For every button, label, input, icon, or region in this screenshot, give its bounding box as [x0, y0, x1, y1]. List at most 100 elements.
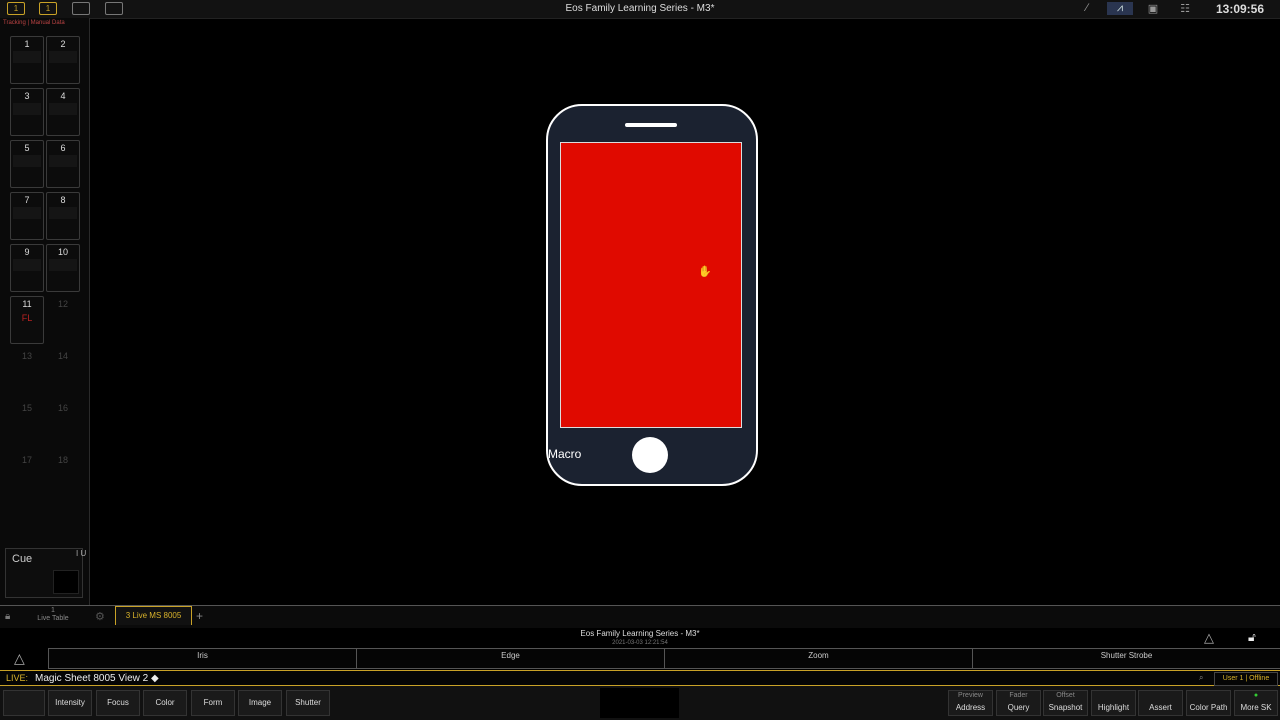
- display-button-4[interactable]: [105, 2, 123, 15]
- button-number: 18: [57, 455, 68, 465]
- softkey-shutter[interactable]: Shutter: [286, 690, 330, 716]
- button-number: 5: [24, 143, 30, 153]
- pen-icon[interactable]: ∕: [1080, 2, 1094, 15]
- phone-screen[interactable]: [560, 142, 742, 428]
- tab-live-table[interactable]: 1 Live Table: [24, 607, 82, 625]
- direct-select-12[interactable]: 12: [46, 296, 80, 344]
- softkey-label: Address: [955, 703, 986, 712]
- softkey-label: Assert: [1149, 703, 1172, 712]
- softkey-label: Intensity: [55, 698, 85, 707]
- category-zoom[interactable]: Zoom: [664, 649, 972, 668]
- warning-icon[interactable]: △: [14, 650, 25, 667]
- button-number: 14: [57, 351, 68, 361]
- tab-magic-sheet[interactable]: 3 Live MS 8005: [115, 606, 192, 625]
- direct-select-3[interactable]: 3: [10, 88, 44, 136]
- direct-select-10[interactable]: 10: [46, 244, 80, 292]
- direct-select-1[interactable]: 1: [10, 36, 44, 84]
- softkey-sub-label: Preview: [958, 692, 983, 699]
- softkey-blank[interactable]: [3, 690, 45, 716]
- direct-select-16[interactable]: 16: [46, 400, 80, 448]
- button-number: 6: [60, 143, 66, 153]
- button-number: 17: [21, 455, 32, 465]
- search-icon[interactable]: ⌕: [1199, 673, 1203, 683]
- user-badge: User 1 | Offline: [1214, 672, 1278, 686]
- softkey-sub-label: Offset: [1056, 692, 1075, 699]
- direct-select-13[interactable]: 13: [10, 348, 44, 396]
- direct-select-9[interactable]: 9: [10, 244, 44, 292]
- lock-icon[interactable]: 🔒︎: [5, 611, 10, 622]
- button-number: 2: [60, 39, 66, 49]
- direct-select-6[interactable]: 6: [46, 140, 80, 188]
- softkey-highlight[interactable]: Highlight: [1091, 690, 1136, 716]
- button-number: 15: [21, 403, 32, 413]
- tab-bar: [0, 605, 1280, 628]
- gear-icon[interactable]: ⚙: [95, 610, 105, 623]
- button-number: 4: [60, 91, 66, 101]
- camera-icon[interactable]: ▣: [1144, 2, 1162, 15]
- softkey-label: Color Path: [1189, 703, 1228, 712]
- cue-slot: [53, 570, 79, 594]
- button-number: 11: [22, 299, 32, 309]
- phone-home-button[interactable]: [632, 437, 668, 473]
- button-number: 8: [60, 195, 66, 205]
- softkey-color-path[interactable]: Color Path: [1186, 690, 1231, 716]
- mode-label: Tracking | Manual Data: [3, 20, 65, 26]
- softkey-query[interactable]: Fader Query: [996, 690, 1041, 716]
- button-number: 10: [57, 247, 68, 257]
- category-shutter-strobe[interactable]: Shutter Strobe: [972, 649, 1280, 668]
- button-number: 16: [57, 403, 68, 413]
- indicator-dot-icon: ●: [1253, 692, 1259, 699]
- direct-select-18[interactable]: 18: [46, 452, 80, 500]
- unlock-icon[interactable]: 🔓︎: [1248, 630, 1256, 645]
- add-tab-icon[interactable]: +: [196, 609, 203, 623]
- direct-select-5[interactable]: 5: [10, 140, 44, 188]
- direct-select-4[interactable]: 4: [46, 88, 80, 136]
- softkey-display-area: [600, 688, 679, 718]
- tab-label: Live Table: [37, 615, 69, 622]
- softkey-color[interactable]: Color: [143, 690, 187, 716]
- cue-label: Cue: [12, 553, 33, 565]
- category-row: Iris Edge Zoom Shutter Strobe: [48, 648, 1280, 669]
- direct-select-15[interactable]: 15: [10, 400, 44, 448]
- live-label: LIVE:: [6, 673, 29, 683]
- softkey-image[interactable]: Image: [238, 690, 282, 716]
- macro-label[interactable]: Macro: [548, 447, 581, 461]
- command-text: Magic Sheet 8005 View 2 ◆: [35, 673, 159, 684]
- button-number: 3: [24, 91, 30, 101]
- command-line[interactable]: [0, 670, 1280, 686]
- button-number: 7: [24, 195, 30, 205]
- softkey-more-sk[interactable]: ● More SK: [1234, 690, 1278, 716]
- window-title: Eos Family Learning Series - M3*: [565, 3, 715, 14]
- show-title: Eos Family Learning Series - M3*: [580, 629, 700, 638]
- button-number: 12: [57, 299, 68, 309]
- softkey-label: Color: [155, 698, 175, 707]
- softkey-intensity[interactable]: Intensity: [48, 690, 92, 716]
- direct-select-7[interactable]: 7: [10, 192, 44, 240]
- network-icon[interactable]: ⩘: [1107, 2, 1133, 15]
- direct-select-2[interactable]: 2: [46, 36, 80, 84]
- direct-select-11[interactable]: 11 FL: [10, 296, 44, 344]
- cue-side-label: I U: [76, 549, 87, 558]
- button-number: 1: [24, 39, 30, 49]
- softkey-label: Focus: [107, 698, 129, 707]
- softkey-focus[interactable]: Focus: [96, 690, 140, 716]
- direct-select-8[interactable]: 8: [46, 192, 80, 240]
- softkey-assert[interactable]: Assert: [1138, 690, 1183, 716]
- warning-icon[interactable]: △: [1204, 630, 1214, 646]
- softkey-label: Image: [248, 698, 272, 707]
- category-iris[interactable]: Iris: [48, 649, 356, 668]
- display-button-3[interactable]: [72, 2, 90, 15]
- softkey-address[interactable]: Preview Address: [948, 690, 993, 716]
- softkey-snapshot[interactable]: Offset Snapshot: [1043, 690, 1088, 716]
- clock: 13:09:56: [1215, 2, 1265, 16]
- category-edge[interactable]: Edge: [356, 649, 664, 668]
- button-number: 9: [24, 247, 30, 257]
- direct-select-14[interactable]: 14: [46, 348, 80, 396]
- button-number: 13: [21, 351, 32, 361]
- tab-button-1[interactable]: 1: [7, 2, 25, 15]
- keyboard-icon[interactable]: ☷: [1176, 2, 1194, 15]
- softkey-form[interactable]: Form: [191, 690, 235, 716]
- direct-select-17[interactable]: 17: [10, 452, 44, 500]
- tab-button-2[interactable]: 1: [39, 2, 57, 15]
- softkey-label: Snapshot: [1048, 703, 1083, 712]
